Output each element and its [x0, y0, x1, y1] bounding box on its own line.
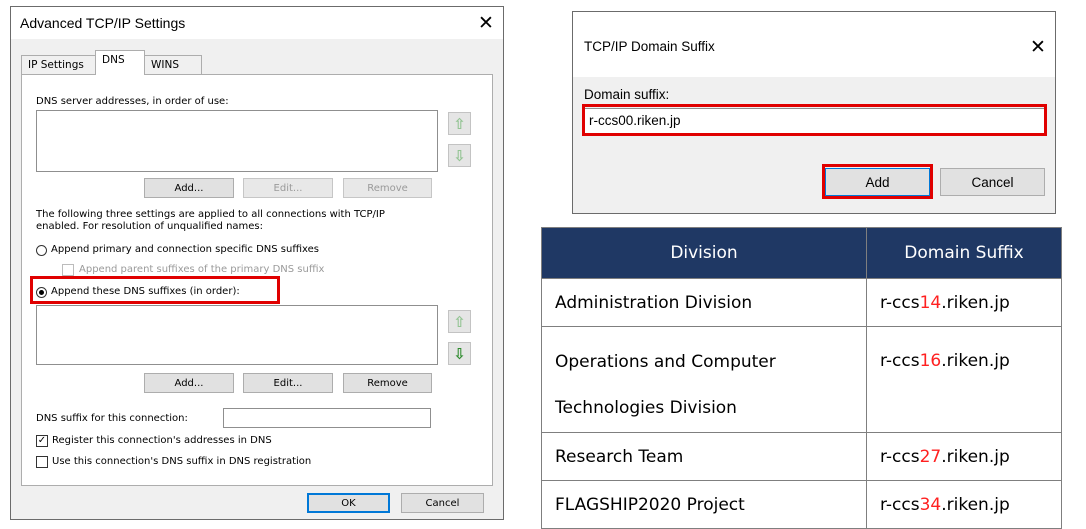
suffix-number: 34 — [919, 494, 942, 515]
division-cell: Research Team — [541, 432, 867, 481]
suffix-number: 27 — [919, 446, 942, 467]
check-register-addresses-label: Register this connection's addresses in … — [52, 435, 272, 446]
domain-suffix-table: Division Domain Suffix Administration Di… — [541, 227, 1062, 529]
highlight-box — [582, 104, 1047, 136]
title-bar: Advanced TCP/IP Settings ✕ — [11, 7, 503, 39]
dns-server-label: DNS server addresses, in order of use: — [36, 96, 229, 107]
radio-append-primary[interactable] — [36, 245, 47, 256]
dns-suffix-connection-input[interactable] — [223, 408, 431, 428]
suffix-move-up-icon[interactable]: ⇧ — [448, 310, 471, 333]
check-register-addresses[interactable]: ✓ — [36, 435, 48, 447]
suffix-cell: r-ccs14.riken.jp — [866, 278, 1062, 327]
suffix-move-down-icon[interactable]: ⇩ — [448, 342, 471, 365]
table-row: Operations and Computer Technologies Div… — [541, 326, 1062, 433]
ok-button[interactable]: OK — [307, 493, 390, 513]
division-line-1: Operations and Computer — [555, 352, 776, 372]
server-add-button[interactable]: Add... — [144, 178, 234, 198]
dialog-title: Advanced TCP/IP Settings — [20, 15, 186, 31]
suffix-remove-button[interactable]: Remove — [343, 373, 432, 393]
move-down-icon[interactable]: ⇩ — [448, 144, 471, 167]
division-cell: Administration Division — [541, 278, 867, 327]
suffix-prefix: r-ccs — [880, 494, 920, 515]
suffix-prefix: r-ccs — [880, 292, 920, 313]
table-header-row: Division Domain Suffix — [541, 227, 1062, 279]
suffix-edit-button[interactable]: Edit... — [243, 373, 333, 393]
division-cell: FLAGSHIP2020 Project — [541, 480, 867, 529]
close-icon[interactable]: ✕ — [1030, 36, 1046, 59]
radio-append-primary-label: Append primary and connection specific D… — [51, 244, 319, 255]
suffix-number: 14 — [919, 292, 942, 313]
table-row: Research Team r-ccs27.riken.jp — [541, 432, 1062, 481]
highlight-box — [822, 164, 933, 199]
close-icon[interactable]: ✕ — [478, 12, 494, 35]
check-use-suffix[interactable] — [36, 456, 48, 468]
check-append-parent-label: Append parent suffixes of the primary DN… — [79, 264, 325, 275]
highlight-box — [30, 276, 280, 304]
domain-suffix-label: Domain suffix: — [584, 87, 670, 102]
division-line-2: Technologies Division — [555, 398, 737, 418]
server-edit-button[interactable]: Edit... — [243, 178, 333, 198]
suffix-add-button[interactable]: Add... — [144, 373, 234, 393]
suffix-domain: .riken.jp — [941, 292, 1010, 313]
dns-suffix-list[interactable] — [36, 305, 438, 365]
tab-ip-settings[interactable]: IP Settings — [21, 55, 96, 75]
suffix-cell: r-ccs34.riken.jp — [866, 480, 1062, 529]
tab-dns[interactable]: DNS — [95, 50, 145, 75]
server-remove-button[interactable]: Remove — [343, 178, 432, 198]
three-settings-text: The following three settings are applied… — [36, 209, 385, 220]
domain-suffix-dialog: TCP/IP Domain Suffix ✕ Domain suffix: r-… — [572, 11, 1056, 214]
title-bar: TCP/IP Domain Suffix ✕ — [573, 12, 1055, 77]
cancel-button[interactable]: Cancel — [401, 493, 484, 513]
dns-suffix-connection-label: DNS suffix for this connection: — [36, 413, 188, 424]
division-cell: Operations and Computer Technologies Div… — [541, 326, 867, 433]
advanced-tcpip-dialog: Advanced TCP/IP Settings ✕ IP Settings D… — [10, 6, 504, 520]
header-domain-suffix: Domain Suffix — [866, 227, 1062, 279]
check-use-suffix-label: Use this connection's DNS suffix in DNS … — [52, 456, 312, 467]
suffix-cell: r-ccs16.riken.jp — [866, 326, 1062, 433]
suffix-domain: .riken.jp — [941, 494, 1010, 515]
cancel-button[interactable]: Cancel — [940, 168, 1045, 196]
check-append-parent[interactable] — [62, 264, 74, 276]
suffix-domain: .riken.jp — [941, 446, 1010, 467]
table-row: Administration Division r-ccs14.riken.jp — [541, 278, 1062, 327]
tab-wins[interactable]: WINS — [144, 55, 202, 75]
table-row: FLAGSHIP2020 Project r-ccs34.riken.jp — [541, 480, 1062, 529]
dialog-title: TCP/IP Domain Suffix — [584, 39, 715, 54]
move-up-icon[interactable]: ⇧ — [448, 112, 471, 135]
suffix-number: 16 — [919, 351, 942, 371]
suffix-prefix: r-ccs — [880, 446, 920, 467]
header-division: Division — [541, 227, 867, 279]
three-settings-text-2: enabled. For resolution of unqualified n… — [36, 221, 264, 232]
dns-server-list[interactable] — [36, 110, 438, 172]
suffix-domain: .riken.jp — [941, 351, 1010, 371]
suffix-prefix: r-ccs — [880, 351, 920, 371]
suffix-cell: r-ccs27.riken.jp — [866, 432, 1062, 481]
